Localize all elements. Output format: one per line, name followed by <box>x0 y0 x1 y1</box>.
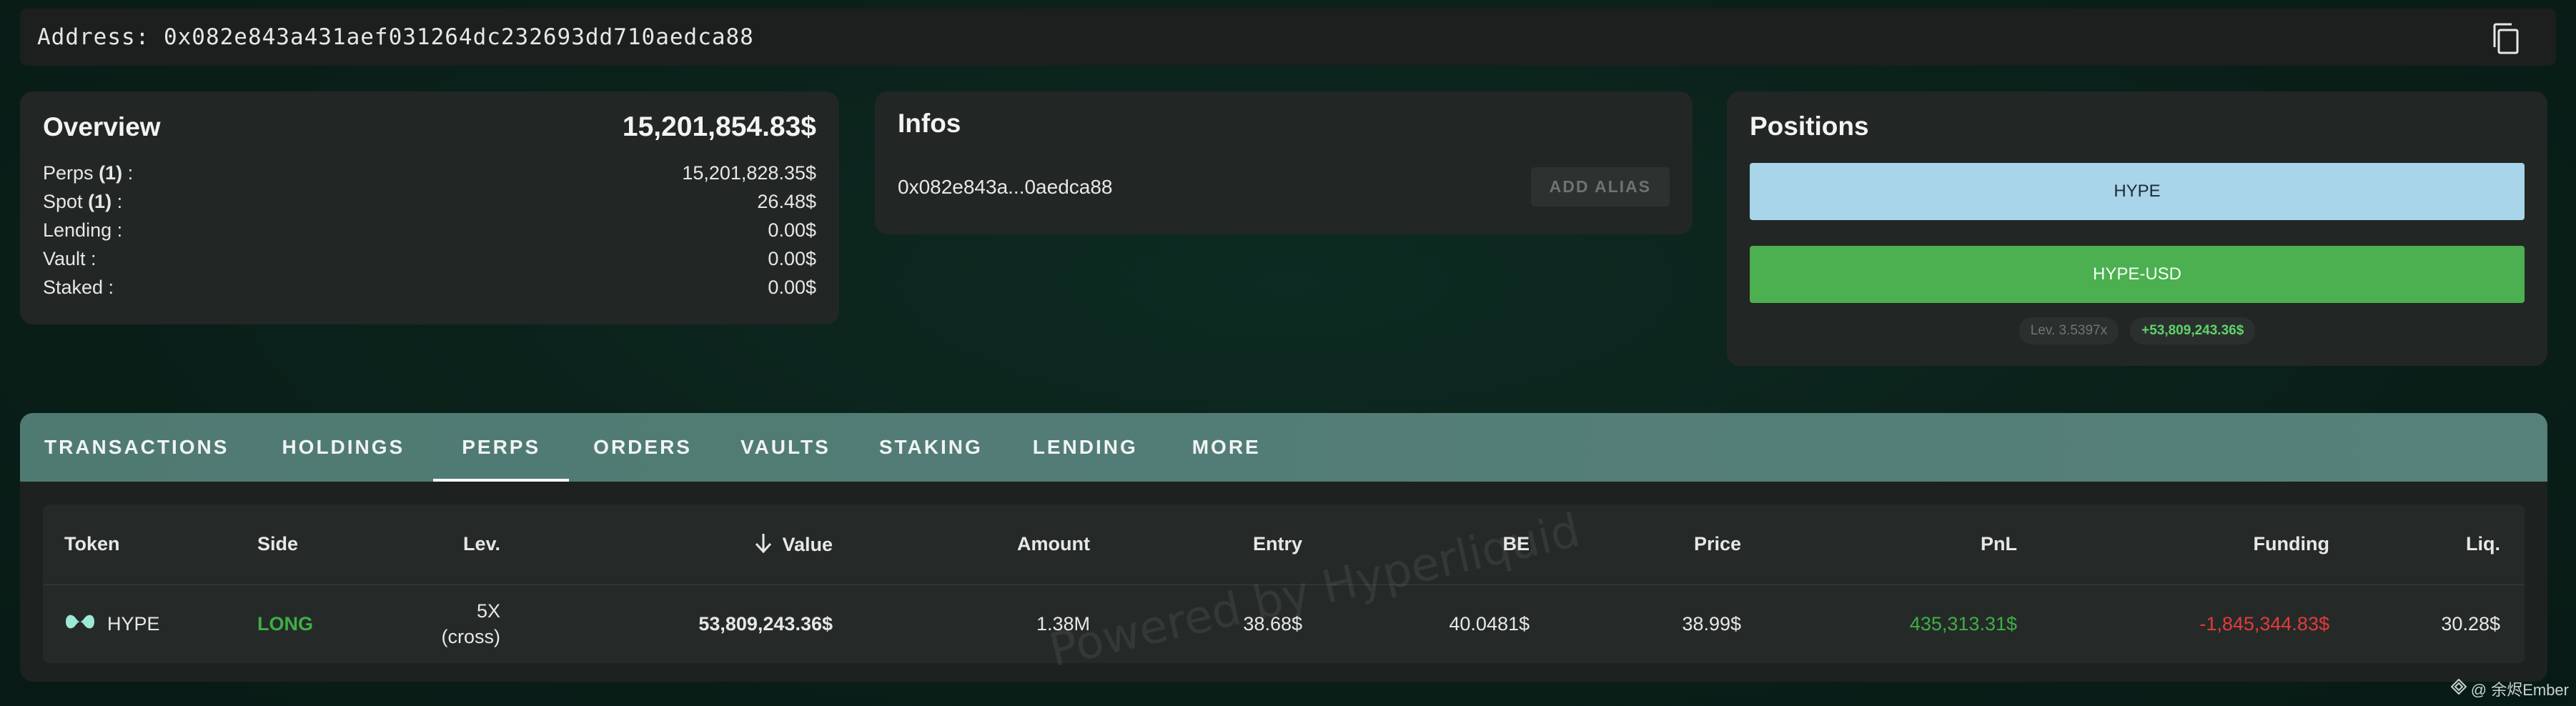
token-name: HYPE <box>107 612 160 635</box>
position-hype-usd-button[interactable]: HYPE-USD <box>1750 246 2525 303</box>
side-value: LONG <box>257 612 313 635</box>
pnl-badge: +53,809,243.36$ <box>2130 317 2256 344</box>
header-entry[interactable]: Entry <box>1090 504 1302 585</box>
pnl-cell: 435,313.31$ <box>1909 612 2017 635</box>
hyperliquid-logo-icon <box>64 612 96 637</box>
entry-cell: 38.68$ <box>1243 612 1302 635</box>
overview-row-lending: Lending : 0.00$ <box>43 216 816 244</box>
overview-value: 0.00$ <box>768 219 816 241</box>
header-lev[interactable]: Lev. <box>379 504 500 585</box>
overview-value: 0.00$ <box>768 277 816 298</box>
infos-address: 0x082e843a...0aedca88 <box>898 175 1113 198</box>
tab-bar: TRANSACTIONS HOLDINGS PERPS ORDERS VAULT… <box>20 413 2547 482</box>
amount-cell: 1.38M <box>1036 612 1090 635</box>
position-hype-button[interactable]: HYPE <box>1750 163 2525 220</box>
credit-label: @ 余烬Ember <box>2450 677 2569 700</box>
positions-card: Positions HYPE HYPE-USD Lev. 3.5397x +53… <box>1727 91 2547 366</box>
header-funding[interactable]: Funding <box>2017 504 2329 585</box>
value-cell: 53,809,243.36$ <box>698 612 833 635</box>
perps-table: Token Side Lev. Value Amount Entry BE Pr… <box>43 504 2525 663</box>
overview-value: 0.00$ <box>768 248 816 269</box>
tabs-panel: TRANSACTIONS HOLDINGS PERPS ORDERS VAULT… <box>20 413 2547 682</box>
tab-holdings[interactable]: HOLDINGS <box>253 413 433 482</box>
overview-total: 15,201,854.83$ <box>622 111 816 142</box>
funding-cell: -1,845,344.83$ <box>2199 612 2329 635</box>
tab-transactions[interactable]: TRANSACTIONS <box>20 413 253 482</box>
lev-value: 5X (cross) <box>441 600 501 648</box>
positions-title: Positions <box>1750 111 1869 141</box>
overview-row-perps: Perps (1) : 15,201,828.35$ <box>43 159 816 187</box>
overview-row-spot: Spot (1) : 26.48$ <box>43 187 816 216</box>
leverage-badge: Lev. 3.5397x <box>2018 317 2119 344</box>
copy-icon[interactable] <box>2490 21 2522 56</box>
address-bar: Address: 0x082e843a431aef031264dc232693d… <box>20 9 2556 66</box>
address-text: Address: 0x082e843a431aef031264dc232693d… <box>37 24 754 50</box>
overview-value: 15,201,828.35$ <box>682 162 816 184</box>
overview-rows: Perps (1) : 15,201,828.35$ Spot (1) : 26… <box>43 159 816 302</box>
tab-vaults[interactable]: VAULTS <box>716 413 855 482</box>
header-price[interactable]: Price <box>1530 504 1741 585</box>
table-header-row: Token Side Lev. Value Amount Entry BE Pr… <box>43 504 2525 585</box>
tab-more[interactable]: MORE <box>1164 413 1289 482</box>
tab-perps[interactable]: PERPS <box>433 413 570 482</box>
arrow-down-icon <box>754 534 783 555</box>
price-cell: 38.99$ <box>1682 612 1741 635</box>
be-cell: 40.0481$ <box>1449 612 1530 635</box>
overview-row-vault: Vault : 0.00$ <box>43 244 816 273</box>
header-token[interactable]: Token <box>43 504 257 585</box>
table-row[interactable]: HYPE LONG 5X (cross) 53,809,243.36$ 1.38… <box>43 585 2525 663</box>
infos-title: Infos <box>898 109 961 138</box>
tab-orders[interactable]: ORDERS <box>569 413 716 482</box>
tab-staking[interactable]: STAKING <box>855 413 1007 482</box>
header-pnl[interactable]: PnL <box>1741 504 2017 585</box>
overview-card: Overview 15,201,854.83$ Perps (1) : 15,2… <box>20 91 839 324</box>
header-value[interactable]: Value <box>500 504 833 585</box>
header-liq[interactable]: Liq. <box>2329 504 2525 585</box>
overview-title: Overview <box>43 112 161 141</box>
overview-row-staked: Staked : 0.00$ <box>43 273 816 302</box>
infos-card: Infos 0x082e843a...0aedca88 ADD ALIAS <box>875 91 1693 234</box>
liq-cell: 30.28$ <box>2441 612 2500 635</box>
add-alias-button[interactable]: ADD ALIAS <box>1530 167 1670 207</box>
header-side[interactable]: Side <box>257 504 379 585</box>
binance-logo-icon <box>2450 678 2467 699</box>
header-amount[interactable]: Amount <box>833 504 1090 585</box>
tab-lending[interactable]: LENDING <box>1007 413 1164 482</box>
overview-value: 26.48$ <box>757 191 816 212</box>
header-be[interactable]: BE <box>1302 504 1530 585</box>
